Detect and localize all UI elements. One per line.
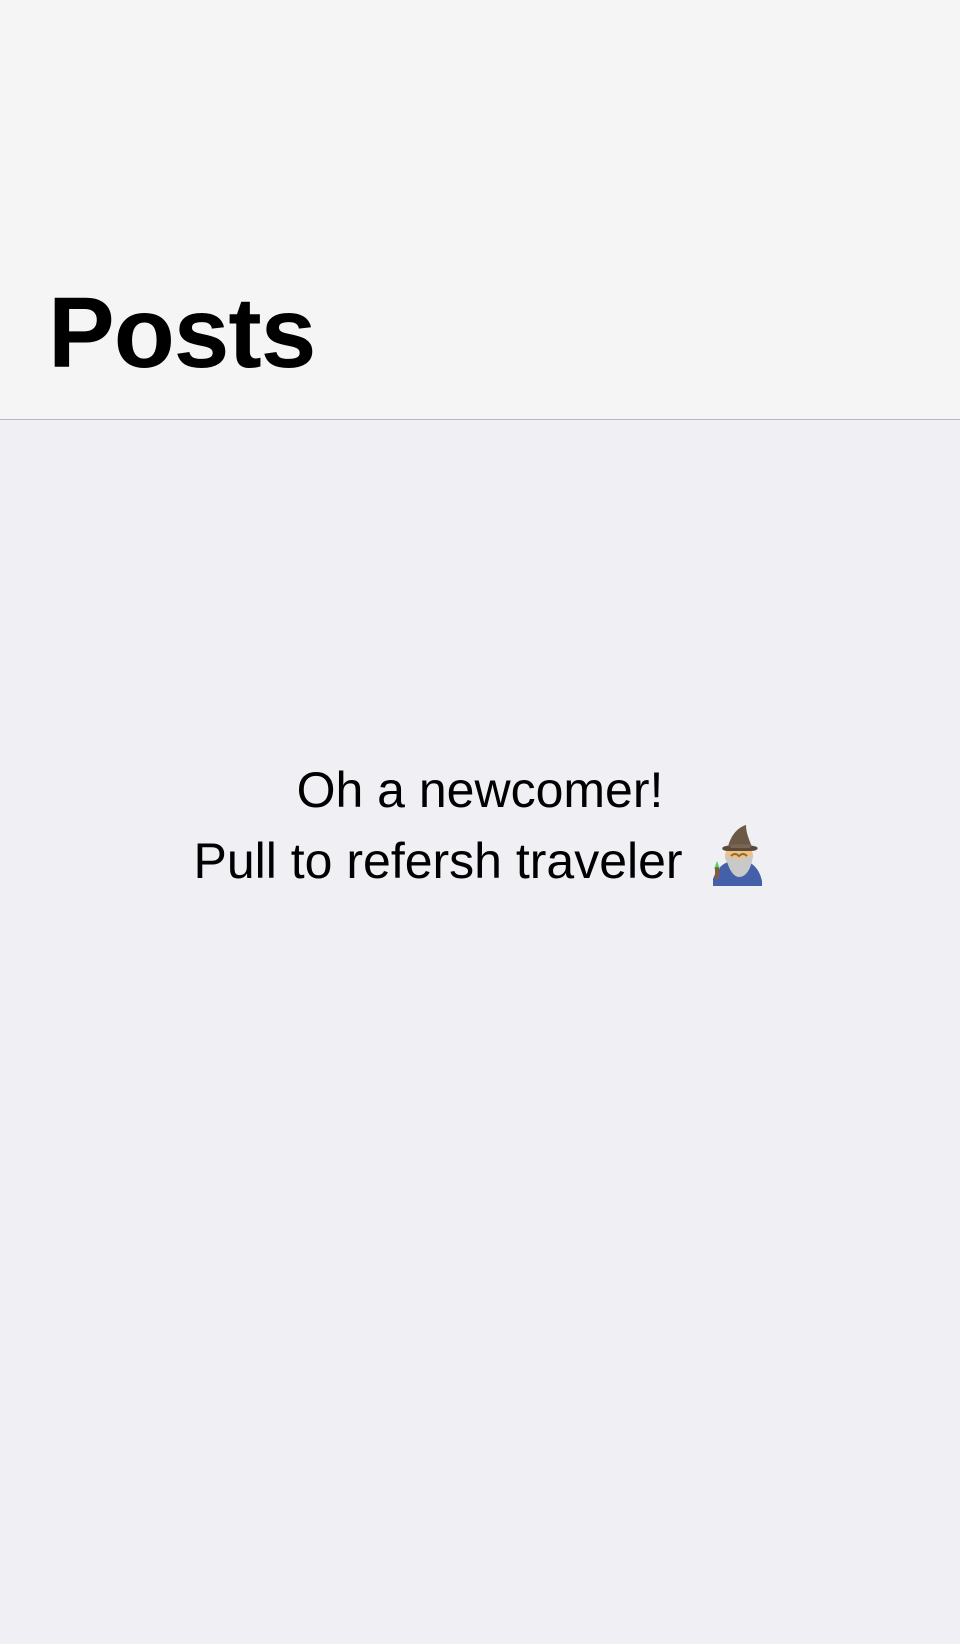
posts-screen: Posts Oh a newcomer! Pull to refersh tra… xyxy=(0,0,960,1644)
empty-state-message: Oh a newcomer! Pull to refersh traveler xyxy=(0,758,960,893)
empty-state-line-1: Oh a newcomer! xyxy=(296,762,664,818)
wizard-icon xyxy=(705,822,767,886)
navigation-bar: Posts xyxy=(0,0,960,420)
empty-state-line-2: Pull to refersh traveler xyxy=(193,833,683,889)
posts-list-area[interactable]: Oh a newcomer! Pull to refersh traveler xyxy=(0,421,960,1644)
page-title: Posts xyxy=(48,277,316,389)
empty-state-line-2-container: Pull to refersh traveler xyxy=(0,822,960,893)
